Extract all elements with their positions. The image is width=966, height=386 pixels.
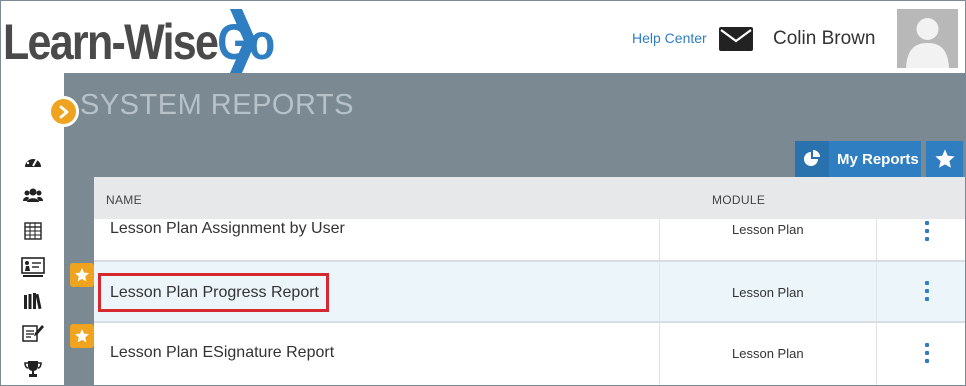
report-name[interactable]: Lesson Plan Assignment by User — [110, 220, 345, 238]
help-center-link[interactable]: Help Center — [632, 30, 707, 46]
sidebar-item-certificates[interactable] — [21, 323, 45, 343]
row-actions-menu-icon[interactable] — [924, 281, 930, 301]
column-divider — [659, 219, 660, 260]
my-reports-label: My Reports — [837, 150, 919, 168]
column-divider — [659, 262, 660, 321]
table-row[interactable]: Lesson Plan Assignment by User Lesson Pl… — [94, 219, 965, 260]
dashboard-gauge-icon — [25, 155, 41, 167]
star-icon — [75, 329, 89, 343]
learnwise-go-logo[interactable]: Learn-WiseGo — [3, 7, 318, 77]
favorite-star-badge[interactable] — [70, 263, 94, 287]
user-silhouette-icon — [906, 18, 949, 68]
presentation-board-icon — [21, 257, 45, 277]
favorites-button[interactable] — [926, 141, 963, 177]
star-icon — [75, 268, 89, 282]
column-header-module[interactable]: MODULE — [712, 193, 765, 207]
logo-arrow-icon — [230, 9, 256, 73]
page-title: SYSTEM REPORTS — [80, 89, 354, 121]
library-books-icon — [24, 293, 42, 310]
user-name[interactable]: Colin Brown — [773, 28, 875, 50]
column-divider — [876, 262, 877, 321]
report-name[interactable]: Lesson Plan ESignature Report — [110, 344, 334, 362]
users-group-icon — [23, 188, 43, 202]
report-module: Lesson Plan — [732, 285, 804, 300]
certificate-edit-icon — [22, 325, 44, 342]
row-actions-menu-icon[interactable] — [924, 343, 930, 363]
sidebar-item-table[interactable] — [21, 221, 45, 241]
sidebar-item-achievements[interactable] — [21, 359, 45, 379]
chevron-right-icon — [59, 105, 68, 118]
column-header-name[interactable]: NAME — [106, 193, 142, 207]
star-icon — [934, 149, 955, 168]
sidebar-item-library[interactable] — [21, 291, 45, 311]
app-window: Learn-WiseGo Help Center Colin Brown — [0, 0, 966, 386]
logo-text-main: Learn-Wise — [3, 14, 219, 70]
column-divider — [876, 219, 877, 260]
sidebar-item-presentation[interactable] — [21, 257, 45, 277]
my-reports-button[interactable]: My Reports — [795, 141, 921, 177]
sidebar-item-users[interactable] — [21, 185, 45, 205]
reports-table-header: NAME MODULE — [94, 177, 965, 219]
envelope-icon[interactable] — [719, 27, 753, 51]
sidebar-item-dashboard[interactable] — [21, 151, 45, 171]
report-module: Lesson Plan — [732, 222, 804, 237]
row-actions-menu-icon[interactable] — [924, 221, 930, 241]
column-divider — [876, 323, 877, 385]
trophy-icon — [24, 361, 42, 377]
table-row[interactable]: Lesson Plan ESignature Report Lesson Pla… — [94, 323, 965, 385]
column-divider — [659, 323, 660, 385]
expand-sidebar-button[interactable] — [48, 96, 79, 127]
report-module: Lesson Plan — [732, 346, 804, 361]
avatar[interactable] — [897, 9, 958, 68]
annotation-highlight-box — [98, 273, 329, 312]
grid-table-icon — [24, 222, 42, 240]
favorite-star-badge[interactable] — [70, 324, 94, 348]
pie-chart-icon — [804, 150, 820, 166]
